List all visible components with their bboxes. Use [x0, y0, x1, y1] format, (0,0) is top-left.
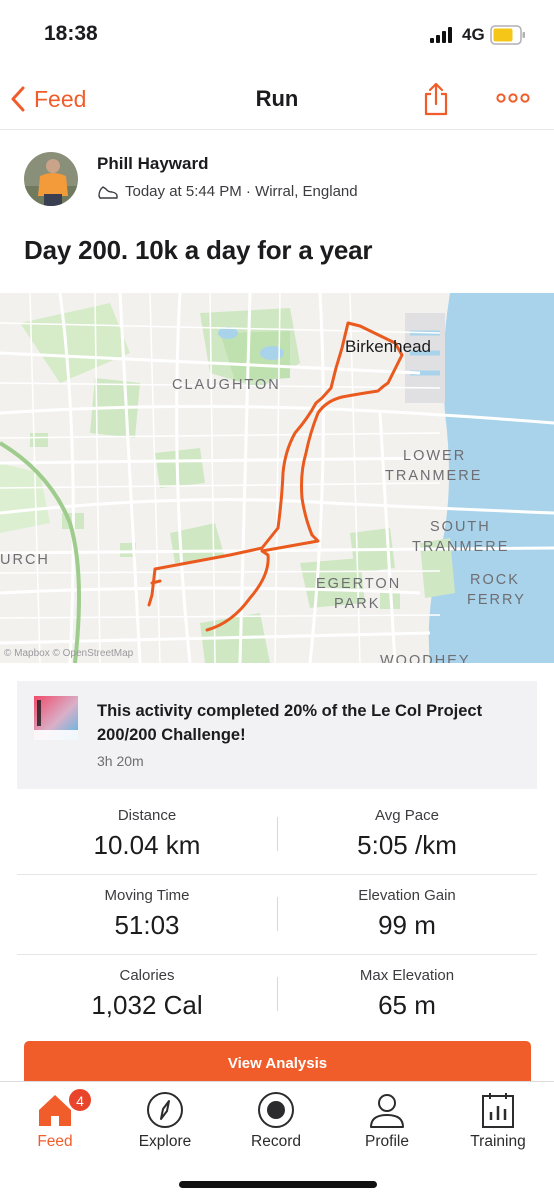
map-label-park: PARK — [334, 596, 381, 612]
tab-explore[interactable]: Explore — [110, 1082, 220, 1162]
nav-bar: Feed Run — [0, 70, 554, 130]
stat-value: 99 m — [378, 910, 436, 940]
network-type: 4G — [462, 25, 485, 44]
activity-meta: Today at 5:44 PM · Wirral, England — [97, 183, 358, 200]
map-label-ferry: FERRY — [467, 592, 526, 608]
route-map[interactable]: Birkenhead CLAUGHTON LOWER TRANMERE SOUT… — [0, 293, 554, 663]
stat-label: Distance — [117, 807, 177, 824]
page-title: Run — [255, 86, 299, 111]
tab-label: Explore — [138, 1133, 192, 1150]
stats-grid: Distance 10.04 km Avg Pace 5:05 /km Movi… — [17, 795, 537, 1035]
tab-label: Feed — [37, 1133, 73, 1150]
map-label-claughton: CLAUGHTON — [172, 377, 281, 393]
map-label-tranmere-south: TRANMERE — [412, 539, 510, 555]
map-label-tranmere-lower: TRANMERE — [385, 468, 483, 484]
status-bar: 18:38 4G — [0, 0, 554, 70]
compass-icon — [147, 1092, 183, 1128]
stat-avg-pace: Avg Pace 5:05 /km — [277, 807, 537, 861]
stat-moving-time: Moving Time 51:03 — [17, 887, 277, 941]
challenge-badge-icon — [34, 696, 78, 740]
stat-distance: Distance 10.04 km — [17, 807, 277, 861]
more-options-icon[interactable] — [496, 90, 530, 106]
activity-title: Day 200. 10k a day for a year — [24, 235, 373, 265]
record-icon — [258, 1092, 294, 1128]
tab-label: Training — [470, 1133, 526, 1150]
tab-label: Profile — [365, 1133, 409, 1150]
map-label-rock: ROCK — [470, 572, 520, 588]
stat-label: Moving Time — [104, 887, 190, 904]
activity-meta-text: Today at 5:44 PM · Wirral, England — [125, 183, 358, 200]
share-icon[interactable] — [422, 82, 450, 116]
athlete-header: Phill Hayward Today at 5:44 PM · Wirral,… — [24, 150, 534, 212]
stat-value: 65 m — [378, 990, 436, 1020]
map-label-birkenhead: Birkenhead — [345, 337, 432, 356]
stat-value: 10.04 km — [93, 830, 201, 860]
map-attribution[interactable]: © Mapbox © OpenStreetMap — [4, 648, 133, 659]
stat-label: Calories — [119, 967, 175, 984]
challenge-text: This activity completed 20% of the Le Co… — [97, 702, 483, 744]
tab-feed[interactable]: 4 Feed — [0, 1082, 110, 1162]
status-time: 18:38 — [44, 22, 98, 45]
profile-icon — [370, 1094, 404, 1128]
stat-row: Calories 1,032 Cal Max Elevation 65 m — [17, 955, 537, 1035]
home-indicator — [179, 1181, 377, 1188]
athlete-name[interactable]: Phill Hayward — [97, 154, 208, 174]
challenge-time: 3h 20m — [97, 753, 144, 769]
tab-profile[interactable]: Profile — [332, 1082, 442, 1162]
tab-record[interactable]: Record — [221, 1082, 331, 1162]
challenge-card[interactable]: This activity completed 20% of the Le Co… — [17, 681, 537, 789]
stat-max-elevation: Max Elevation 65 m — [277, 967, 537, 1021]
training-icon — [482, 1093, 514, 1128]
stat-label: Avg Pace — [375, 807, 439, 824]
stat-label: Elevation Gain — [358, 887, 456, 904]
avatar[interactable] — [24, 152, 78, 206]
signal-icon — [430, 27, 456, 43]
stat-elevation-gain: Elevation Gain 99 m — [277, 887, 537, 941]
map-label-south: SOUTH — [430, 519, 491, 535]
map-label-woodhey: WOODHEY — [380, 653, 471, 663]
map-label-urch: URCH — [0, 552, 50, 568]
stat-label: Max Elevation — [359, 967, 455, 984]
stat-value: 5:05 /km — [357, 830, 457, 860]
tab-label: Record — [251, 1133, 301, 1150]
stat-row: Distance 10.04 km Avg Pace 5:05 /km — [17, 795, 537, 875]
notification-badge: 4 — [68, 1088, 92, 1112]
stat-row: Moving Time 51:03 Elevation Gain 99 m — [17, 875, 537, 955]
battery-icon — [490, 25, 525, 45]
shoe-icon — [98, 185, 118, 199]
stat-value: 51:03 — [114, 910, 180, 940]
map-label-lower: LOWER — [403, 448, 467, 464]
map-label-egerton: EGERTON — [316, 576, 402, 592]
tab-training[interactable]: Training — [443, 1082, 553, 1162]
stat-value: 1,032 Cal — [91, 990, 203, 1020]
stat-calories: Calories 1,032 Cal — [17, 967, 277, 1021]
